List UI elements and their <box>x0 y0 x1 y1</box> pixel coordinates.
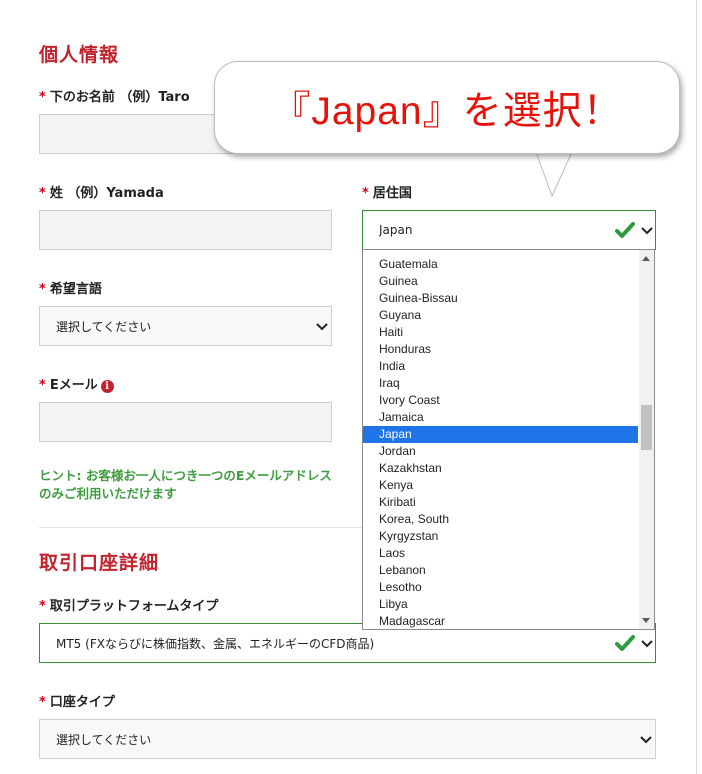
section-divider <box>39 527 363 528</box>
scrollbar-thumb[interactable] <box>641 405 652 450</box>
chevron-down-icon <box>640 736 652 744</box>
first-name-label: * 下のお名前 （例）Taro <box>39 86 190 105</box>
required-asterisk: * <box>39 186 46 201</box>
country-option[interactable]: Honduras <box>363 341 638 358</box>
country-label: * 居住国 <box>362 182 412 201</box>
account-details-title: 取引口座詳細 <box>39 552 160 574</box>
country-option[interactable]: Jordan <box>363 443 638 460</box>
email-label-text: Eメール <box>49 378 98 393</box>
personal-info-title: 個人情報 <box>39 44 120 66</box>
account-type-select[interactable]: 選択してください <box>39 719 656 759</box>
country-option[interactable]: Guinea <box>363 273 638 290</box>
country-select-value: Japan <box>379 223 413 237</box>
account-type-label-text: 口座タイプ <box>49 695 115 710</box>
country-option[interactable]: Lebanon <box>363 562 638 579</box>
country-option[interactable]: Haiti <box>363 324 638 341</box>
country-option[interactable]: Kenya <box>363 477 638 494</box>
country-label-text: 居住国 <box>372 186 412 201</box>
country-option[interactable]: Iraq <box>363 375 638 392</box>
email-hint: ヒント: お客様お一人につき一つのEメールアドレスのみご利用いただけます <box>39 468 332 501</box>
language-label-text: 希望言語 <box>49 282 102 297</box>
chevron-down-icon <box>641 640 653 648</box>
callout-tail <box>534 150 574 198</box>
country-option[interactable]: Kiribati <box>363 494 638 511</box>
country-option[interactable]: Lesotho <box>363 579 638 596</box>
required-asterisk: * <box>39 695 46 710</box>
language-select-value: 選択してください <box>56 319 152 334</box>
account-type-label: * 口座タイプ <box>39 691 115 710</box>
country-option[interactable]: Guinea-Bissau <box>363 290 638 307</box>
scroll-down-arrow-icon[interactable] <box>642 618 650 623</box>
last-name-label-text: 姓 （例）Yamada <box>49 186 164 201</box>
country-dropdown-list[interactable]: Guatemala Guinea Guinea-Bissau Guyana Haiti H… <box>362 249 655 630</box>
email-label: * Eメール i <box>39 374 114 393</box>
country-option[interactable]: Laos <box>363 545 638 562</box>
platform-label-text: 取引プラットフォームタイプ <box>49 599 219 614</box>
platform-select-value: MT5 (FXならびに株価指数、金属、エネルギーのCFD商品) <box>56 636 375 651</box>
last-name-input[interactable] <box>39 210 332 250</box>
required-asterisk: * <box>39 282 46 297</box>
country-option[interactable]: Kazakhstan <box>363 460 638 477</box>
country-option[interactable]: Kyrgyzstan <box>363 528 638 545</box>
info-icon[interactable]: i <box>100 380 114 393</box>
page-right-border <box>696 0 697 774</box>
country-select[interactable]: Japan <box>362 210 656 250</box>
scroll-up-arrow-icon[interactable] <box>642 256 650 261</box>
required-asterisk: * <box>39 90 46 105</box>
chevron-down-icon <box>641 227 653 235</box>
country-option[interactable]: Ivory Coast <box>363 392 638 409</box>
required-asterisk: * <box>362 186 369 201</box>
platform-label: * 取引プラットフォームタイプ <box>39 595 218 614</box>
country-option[interactable]: Guatemala <box>363 256 638 273</box>
dropdown-scrollbar[interactable] <box>639 250 654 629</box>
country-option[interactable]: Jamaica <box>363 409 638 426</box>
language-select[interactable]: 選択してください <box>39 306 332 346</box>
callout-text: 『Japan』を選択！ <box>271 89 623 133</box>
account-type-select-value: 選択してください <box>56 732 152 747</box>
country-option[interactable]: Guyana <box>363 307 638 324</box>
required-asterisk: * <box>39 378 46 393</box>
required-asterisk: * <box>39 599 46 614</box>
check-icon <box>615 222 635 238</box>
country-option[interactable]: India <box>363 358 638 375</box>
email-input[interactable] <box>39 402 332 442</box>
country-option[interactable]: Libya <box>363 596 638 613</box>
last-name-label: * 姓 （例）Yamada <box>39 182 164 201</box>
language-label: * 希望言語 <box>39 278 102 297</box>
chevron-down-icon <box>316 323 328 331</box>
country-option[interactable]: Japan <box>363 426 638 443</box>
callout-bubble: 『Japan』を選択！ <box>214 61 680 154</box>
country-option[interactable]: Madagascar <box>363 613 638 629</box>
country-option[interactable]: Korea, South <box>363 511 638 528</box>
first-name-label-text: 下のお名前 （例）Taro <box>49 90 190 105</box>
check-icon <box>615 635 635 651</box>
